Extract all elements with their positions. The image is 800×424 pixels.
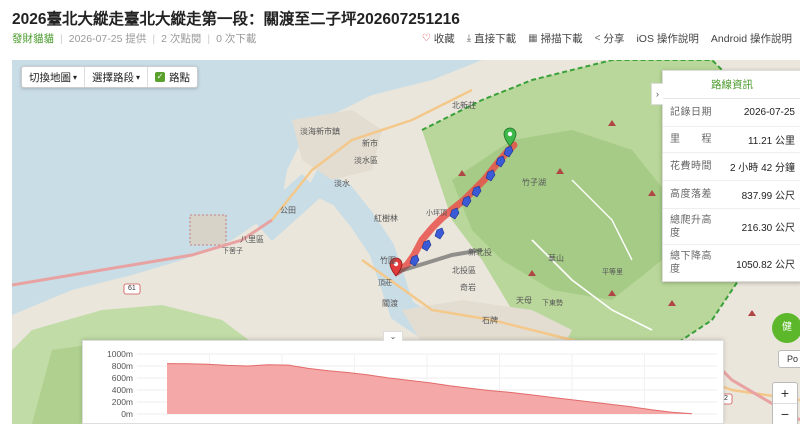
map-label: 竹子湖	[522, 178, 546, 187]
download-count: 0 次下載	[216, 33, 257, 45]
download-icon: ⤓	[466, 33, 472, 44]
collapse-panel-button[interactable]: ›	[651, 83, 663, 105]
info-row-date: 記錄日期 2026-07-25	[663, 99, 800, 127]
y-tick-label: 0m	[121, 409, 133, 419]
map-label: 華山	[548, 254, 564, 263]
green-action-button[interactable]: 健	[772, 313, 800, 343]
qr-icon: ▦	[528, 33, 538, 44]
separator: |	[60, 32, 63, 45]
share-icon: <	[594, 33, 601, 44]
zoom-out-button[interactable]: −	[773, 404, 797, 424]
map-label: 奇岩	[460, 283, 476, 292]
map-label: 關渡	[382, 299, 398, 308]
map-label: 石牌	[482, 316, 498, 325]
map-label: 61	[128, 285, 136, 292]
meta-bar: 發財貓貓 | 2026-07-25 提供 | 2 次點閱 | 0 次下載	[12, 31, 256, 46]
separator: |	[207, 32, 211, 45]
po-button[interactable]: Po	[778, 350, 800, 368]
map-label: 2	[724, 395, 728, 402]
y-tick-label: 400m	[111, 385, 133, 395]
y-tick-label: 600m	[111, 373, 133, 383]
map-label: 下罟子	[222, 248, 243, 255]
page-title: 2026臺北大縱走臺北大縱走第一段：關渡至二子坪202607251216	[12, 11, 460, 28]
android-help-link[interactable]: Android 操作說明	[711, 31, 792, 46]
chevron-down-icon: ▾	[136, 72, 141, 82]
map-label: 紅樹林	[374, 214, 398, 223]
map-label: 北投區	[452, 266, 476, 275]
zoom-in-button[interactable]: +	[773, 383, 797, 404]
map-label: 淡水區	[354, 156, 378, 165]
switch-map-dropdown[interactable]: 切換地圖 ▾	[22, 67, 86, 87]
map-label: 八里區	[240, 235, 264, 244]
map-label: 新北投	[468, 248, 492, 257]
favorite-button[interactable]: ♡ 收藏	[422, 31, 455, 46]
map-label: 新市	[362, 139, 378, 148]
info-row-distance: 里 程 11.21 公里	[663, 127, 800, 153]
select-segment-dropdown[interactable]: 選擇路段 ▾	[85, 67, 149, 87]
ios-help-link[interactable]: iOS 操作說明	[636, 31, 698, 46]
action-bar: ♡ 收藏 ⤓ 直接下載 ▦ 掃描下載 < 分享 iOS 操作說明 Android 操作說…	[410, 31, 792, 46]
y-tick-label: 200m	[111, 397, 133, 407]
elevation-profile: ⌄ 1000m 800m 600m 400m 200m 0m	[82, 331, 724, 424]
click-count: 2 次點閱	[161, 33, 202, 45]
map-label: 下東勢	[542, 300, 563, 307]
map-label: 平等里	[602, 269, 623, 276]
checkbox-checked-icon: ✓	[155, 72, 166, 82]
info-row-duration: 花費時間 2 小時 42 分鐘	[663, 153, 800, 181]
elevation-chart[interactable]	[137, 341, 717, 424]
toggle-elevation-button[interactable]: ⌄	[383, 331, 403, 341]
waypoints-toggle[interactable]: ✓ 路點	[148, 67, 197, 87]
map-label: 小坪頂	[426, 210, 447, 217]
heart-icon: ♡	[421, 33, 431, 44]
zoom-control: + −	[772, 382, 798, 424]
elevation-area	[167, 363, 692, 414]
map-label: 北新莊	[452, 101, 476, 110]
y-tick-label: 1000m	[107, 349, 133, 359]
date-provided: 2026-07-25 提供	[68, 33, 147, 45]
y-tick-label: 800m	[111, 361, 133, 371]
map-label: 竹圍	[380, 256, 396, 265]
route-info-panel: › 路線資訊 記錄日期 2026-07-25 里 程 11.21 公里 花費時間 2 …	[651, 70, 800, 282]
map-label: 公田	[280, 206, 296, 215]
map-label: 淡海新市鎮	[300, 127, 340, 136]
map-controls: 切換地圖 ▾ 選擇路段 ▾ ✓ 路點	[21, 66, 199, 88]
author-link[interactable]: 發財貓貓	[12, 31, 54, 46]
separator: |	[152, 32, 156, 45]
map-label: 天母	[516, 296, 532, 305]
map-label: 頂莊	[378, 280, 392, 287]
info-row-total-ascent: 總爬升高度 216.30 公尺	[663, 209, 800, 245]
scan-download-button[interactable]: ▦ 掃描下載	[528, 31, 582, 46]
route-info-title: 路線資訊	[663, 71, 800, 99]
chevron-down-icon: ▾	[73, 72, 78, 82]
map-label: 淡水	[334, 179, 350, 188]
share-button[interactable]: < 分享	[595, 31, 625, 46]
direct-download-button[interactable]: ⤓ 直接下載	[467, 31, 516, 46]
info-row-total-descent: 總下降高度 1050.82 公尺	[670, 251, 795, 275]
info-row-elevation-diff: 高度落差 837.99 公尺	[663, 181, 800, 209]
